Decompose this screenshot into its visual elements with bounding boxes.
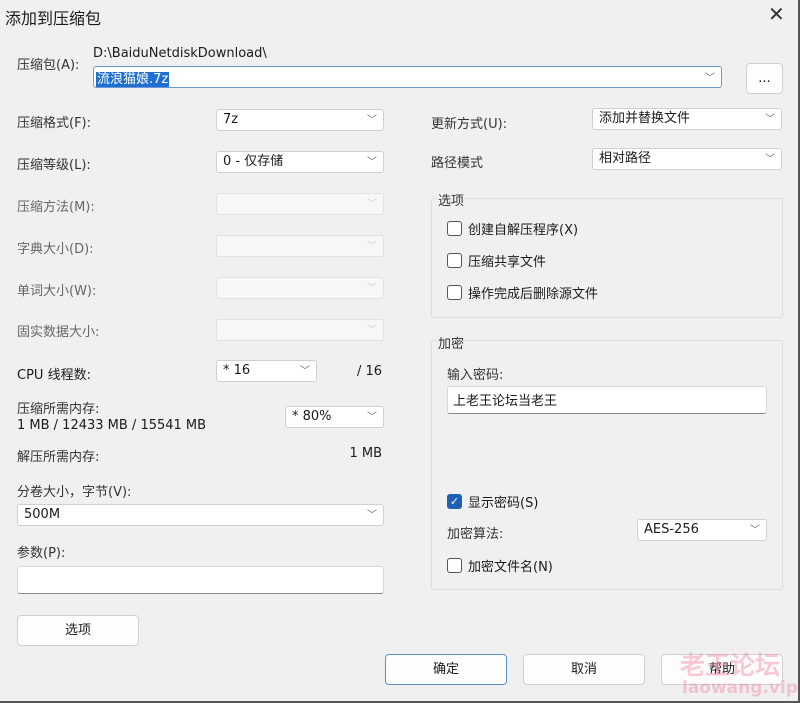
format-value: 7z — [223, 112, 239, 127]
options-group-title: 选项 — [437, 190, 466, 209]
show-password-label: 显示密码(S) — [468, 496, 539, 511]
close-icon[interactable]: ✕ — [768, 2, 785, 26]
archive-name-value: 流浪猫娘.7z — [96, 72, 170, 87]
help-button[interactable]: 帮助 — [661, 654, 783, 685]
decomp-label: 解压所需内存: — [17, 450, 100, 465]
chevron-down-icon: ﹀ — [367, 241, 377, 252]
chevron-down-icon[interactable]: ﹀ — [705, 69, 715, 84]
chevron-down-icon: ﹀ — [367, 283, 377, 294]
checkbox-icon — [447, 253, 462, 268]
archive-path: D:\BaiduNetdiskDownload\ — [93, 46, 267, 61]
mem-select[interactable]: * 80% ﹀ — [285, 406, 384, 428]
chevron-down-icon: ﹀ — [367, 157, 377, 168]
cpu-max: / 16 — [356, 364, 382, 379]
volume-label: 分卷大小，字节(V): — [17, 485, 132, 500]
word-label: 单词大小(W): — [17, 284, 97, 299]
chevron-down-icon: ﹀ — [367, 510, 377, 521]
mem-select-value: * 80% — [292, 409, 332, 424]
delete-checkbox[interactable]: 操作完成后删除源文件 — [447, 283, 598, 302]
archive-label: 压缩包(A): — [17, 58, 80, 73]
show-password-checkbox[interactable]: ✓ 显示密码(S) — [447, 492, 538, 511]
chevron-down-icon: ﹀ — [765, 154, 775, 165]
solid-label: 固实数据大小: — [17, 325, 100, 340]
decomp-value: 1 MB — [349, 446, 382, 461]
cpu-label: CPU 线程数: — [17, 368, 91, 383]
chevron-down-icon: ﹀ — [765, 114, 775, 125]
pathmode-value: 相对路径 — [599, 151, 652, 166]
shared-label: 压缩共享文件 — [468, 255, 547, 270]
chevron-down-icon: ﹀ — [367, 325, 377, 336]
chevron-down-icon: ﹀ — [750, 525, 760, 536]
method-label: 压缩方法(M): — [17, 200, 95, 215]
chevron-down-icon: ﹀ — [367, 412, 377, 423]
alg-value: AES-256 — [644, 522, 699, 537]
update-select[interactable]: 添加并替换文件 ﹀ — [592, 108, 782, 130]
alg-label: 加密算法: — [447, 527, 504, 542]
format-select[interactable]: 7z ﹀ — [216, 109, 384, 131]
checkbox-icon — [447, 285, 462, 300]
encrypt-group-title: 加密 — [437, 333, 466, 352]
shared-checkbox[interactable]: 压缩共享文件 — [447, 251, 546, 270]
cpu-value: * 16 — [223, 363, 251, 378]
volume-value: 500M — [24, 507, 61, 522]
checkmark-icon: ✓ — [447, 494, 462, 509]
cancel-button[interactable]: 取消 — [523, 654, 645, 685]
chevron-down-icon: ﹀ — [367, 115, 377, 126]
dict-label: 字典大小(D): — [17, 242, 94, 257]
pathmode-label: 路径模式 — [431, 156, 484, 171]
chevron-down-icon: ﹀ — [367, 199, 377, 210]
archive-name-combo[interactable]: 流浪猫娘.7z ﹀ — [93, 66, 722, 88]
pathmode-select[interactable]: 相对路径 ﹀ — [592, 148, 782, 170]
encrypt-names-checkbox[interactable]: 加密文件名(N) — [447, 556, 553, 575]
volume-combo[interactable]: 500M ﹀ — [17, 504, 384, 526]
delete-label: 操作完成后删除源文件 — [468, 287, 599, 302]
mem-value: 1 MB / 12433 MB / 15541 MB — [17, 418, 207, 433]
dict-select: ﹀ — [216, 235, 384, 257]
password-input[interactable]: 上老王论坛当老王 — [447, 386, 767, 414]
word-select: ﹀ — [216, 277, 384, 299]
solid-select: ﹀ — [216, 319, 384, 341]
checkbox-icon — [447, 221, 462, 236]
level-value: 0 - 仅存储 — [223, 154, 284, 169]
sfx-label: 创建自解压程序(X) — [468, 223, 579, 238]
checkbox-icon — [447, 558, 462, 573]
level-select[interactable]: 0 - 仅存储 ﹀ — [216, 151, 384, 173]
params-label: 参数(P): — [17, 546, 66, 561]
sfx-checkbox[interactable]: 创建自解压程序(X) — [447, 219, 578, 238]
password-label: 输入密码: — [447, 368, 504, 383]
ok-button[interactable]: 确定 — [385, 654, 507, 685]
level-label: 压缩等级(L): — [17, 158, 91, 173]
params-input[interactable] — [17, 566, 384, 594]
dialog-title: 添加到压缩包 — [5, 9, 102, 28]
method-select: ﹀ — [216, 193, 384, 215]
alg-select[interactable]: AES-256 ﹀ — [637, 519, 767, 541]
options-button[interactable]: 选项 — [17, 615, 139, 646]
update-value: 添加并替换文件 — [599, 111, 691, 126]
mem-label: 压缩所需内存: — [17, 402, 100, 417]
update-label: 更新方式(U): — [431, 117, 508, 132]
format-label: 压缩格式(F): — [17, 116, 92, 131]
cpu-select[interactable]: * 16 ﹀ — [216, 360, 317, 382]
encrypt-names-label: 加密文件名(N) — [468, 560, 553, 575]
browse-button[interactable]: ... — [746, 63, 783, 94]
chevron-down-icon: ﹀ — [300, 366, 310, 377]
